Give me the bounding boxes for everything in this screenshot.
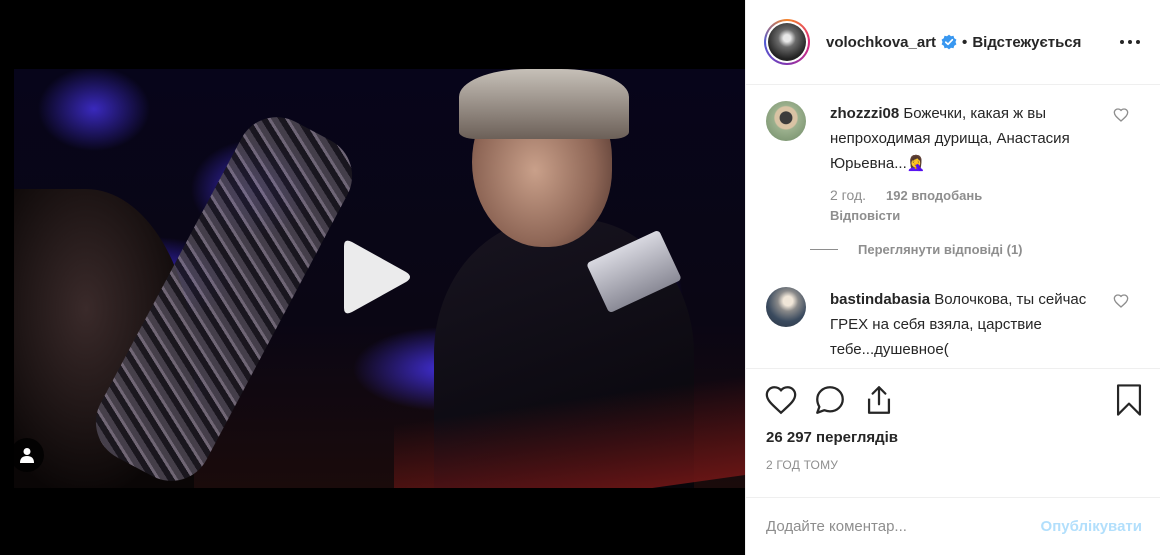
comments-list[interactable]: zhozzzi08 Божечки, какая ж вы непроходим… (746, 85, 1160, 368)
post-viewer: volochkova_art • Відстежується zhozzzi08… (0, 0, 1160, 555)
commenter-username[interactable]: zhozzzi08 (830, 105, 899, 122)
view-replies-button[interactable]: Переглянути відповіді (1) (810, 242, 1142, 257)
commenter-avatar[interactable] (766, 101, 806, 141)
heart-icon[interactable] (764, 383, 798, 417)
author-username[interactable]: volochkova_art (826, 34, 936, 51)
comment-likes[interactable]: 192 вподобань (886, 183, 982, 208)
view-replies-label: Переглянути відповіді (1) (858, 242, 1023, 257)
play-icon[interactable] (326, 232, 416, 322)
share-icon[interactable] (862, 383, 896, 417)
avatar-image (768, 23, 806, 61)
comment-form: Опублікувати (746, 497, 1160, 555)
comment-item: zhozzzi08 Божечки, какая ж вы непроходим… (766, 101, 1142, 224)
view-count[interactable]: 26 297 переглядів (746, 430, 1160, 457)
comment-input[interactable] (766, 518, 1041, 535)
video-frame-figure (459, 69, 629, 139)
heart-icon[interactable] (1113, 107, 1129, 123)
action-bar (746, 368, 1160, 430)
publish-button[interactable]: Опублікувати (1041, 518, 1142, 535)
commenter-username[interactable]: bastindabasia (830, 291, 930, 308)
user-icon[interactable] (10, 438, 44, 472)
divider-line (810, 249, 838, 250)
commenter-avatar[interactable] (766, 287, 806, 327)
separator-dot: • (962, 33, 968, 51)
comment-icon[interactable] (813, 383, 847, 417)
reply-button[interactable]: Відповісти (830, 208, 1100, 224)
avatar[interactable] (764, 19, 810, 65)
comment-time[interactable]: 2 год. (830, 183, 866, 208)
media-pane (0, 0, 745, 555)
bookmark-icon[interactable] (1114, 383, 1144, 417)
post-timestamp[interactable]: 2 ГОД ТОМУ (746, 457, 1160, 497)
heart-icon[interactable] (1113, 293, 1129, 309)
comment-item: bastindabasia Волочкова, ты сейчас ГРЕХ … (766, 287, 1142, 362)
verified-badge-icon (941, 34, 957, 50)
post-header: volochkova_art • Відстежується (746, 0, 1160, 85)
more-options-icon[interactable] (1118, 30, 1142, 54)
following-button[interactable]: Відстежується (972, 34, 1081, 51)
post-sidebar: volochkova_art • Відстежується zhozzzi08… (745, 0, 1160, 555)
